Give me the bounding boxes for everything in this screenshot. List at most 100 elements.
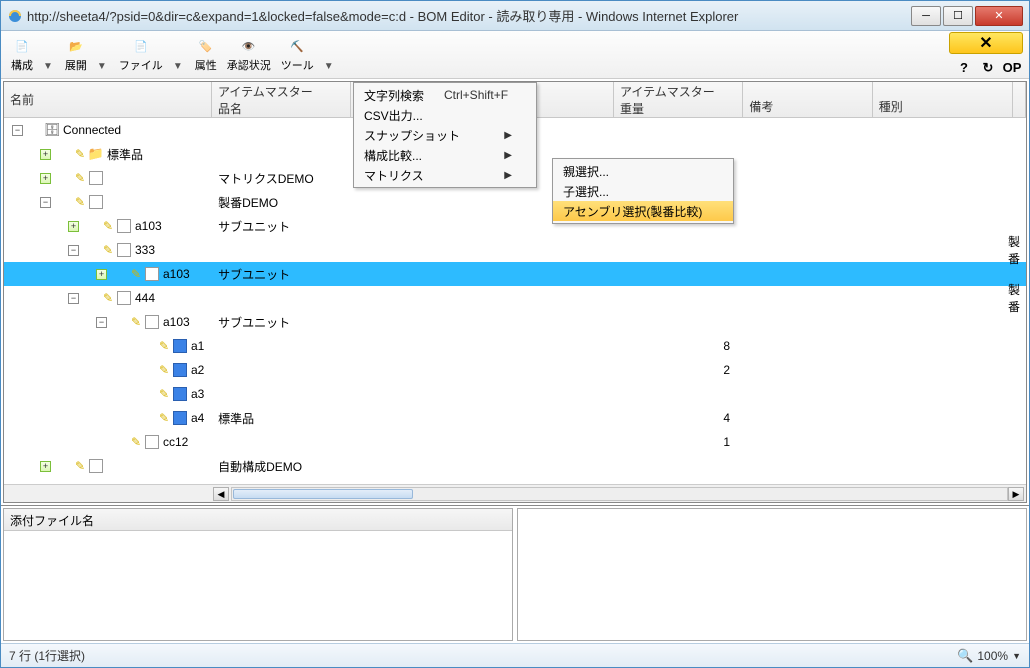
tb-expand[interactable]: 📂展開 — [61, 35, 91, 75]
scroll-left-button[interactable]: ◀ — [213, 487, 229, 501]
menu-item[interactable]: アセンブリ選択(製番比較) — [553, 201, 733, 221]
blue-icon — [173, 363, 187, 377]
menu-item[interactable]: 親選択... — [553, 161, 733, 181]
edit-icon: ✎ — [157, 339, 171, 353]
edit-icon: ✎ — [73, 195, 87, 209]
collapse-icon[interactable] — [68, 293, 79, 304]
titlebar: http://sheeta4/?psid=0&dir=c&expand=1&lo… — [1, 1, 1029, 31]
tree-row[interactable]: ✎a22 — [4, 358, 1026, 382]
collapse-icon[interactable] — [40, 197, 51, 208]
tree-row[interactable]: ✎a103サブユニット — [4, 214, 1026, 238]
tree-row[interactable]: ✎自動構成DEMO — [4, 454, 1026, 478]
minimize-button[interactable]: ─ — [911, 6, 941, 26]
edit-icon: ✎ — [157, 387, 171, 401]
row-label: a4 — [191, 411, 204, 425]
row-label: a2 — [191, 363, 204, 377]
expand-icon[interactable] — [40, 461, 51, 472]
edit-icon: ✎ — [73, 147, 87, 161]
col-note[interactable]: 備考 — [743, 82, 872, 117]
window-title: http://sheeta4/?psid=0&dir=c&expand=1&lo… — [27, 6, 911, 25]
menu-item[interactable]: マトリクス▶ — [354, 165, 536, 185]
tools-dropdown: 文字列検索Ctrl+Shift+FCSV出力...スナップショット▶構成比較..… — [353, 82, 537, 188]
doc-icon — [145, 315, 159, 329]
edit-icon: ✎ — [73, 459, 87, 473]
tb-file[interactable]: 📄ファイル — [115, 35, 167, 75]
collapse-icon[interactable] — [96, 317, 107, 328]
zoom-value: 100% — [977, 649, 1008, 663]
attachment-header[interactable]: 添付ファイル名 — [4, 509, 512, 531]
col-name[interactable]: 名前 — [4, 82, 212, 117]
refresh-button[interactable]: ↻ — [977, 58, 999, 78]
expand-icon[interactable] — [68, 221, 79, 232]
compare-submenu: 親選択...子選択...アセンブリ選択(製番比較) — [552, 158, 734, 224]
chevron-down-icon[interactable]: ▼ — [320, 61, 338, 72]
tree-row[interactable]: ✎333製番 — [4, 238, 1026, 262]
chevron-down-icon[interactable]: ▼ — [39, 61, 57, 72]
row-label: Connected — [63, 123, 121, 137]
row-label: a1 — [191, 339, 204, 353]
collapse-icon[interactable] — [68, 245, 79, 256]
doc-icon — [117, 291, 131, 305]
row-label: a103 — [135, 219, 162, 233]
op-button[interactable]: OP — [1001, 58, 1023, 78]
row-label: 333 — [135, 243, 155, 257]
col-type[interactable]: 種別 — [873, 82, 1013, 117]
scroll-thumb[interactable] — [233, 489, 413, 499]
db-icon: 🗄 — [45, 123, 59, 137]
chevron-down-icon[interactable]: ▼ — [169, 61, 187, 72]
col-master2[interactable]: アイテムマスター 重量 — [614, 82, 743, 117]
tb-approval[interactable]: 👁️承認状況 — [223, 35, 275, 75]
col-master1[interactable]: アイテムマスター 品名 — [212, 82, 351, 117]
doc-icon — [145, 435, 159, 449]
tb-structure[interactable]: 📄構成 — [7, 35, 37, 75]
chevron-down-icon[interactable]: ▼ — [1012, 651, 1021, 661]
zoom-control[interactable]: 🔍 100% ▼ — [957, 648, 1021, 664]
tree-row[interactable]: ✎a4標準品4 — [4, 406, 1026, 430]
bottom-panels: 添付ファイル名 — [1, 505, 1029, 643]
expand-icon[interactable] — [40, 173, 51, 184]
scroll-right-button[interactable]: ▶ — [1008, 487, 1024, 501]
tree-row[interactable]: ✎a103サブユニット — [4, 262, 1026, 286]
menu-item[interactable]: CSV出力... — [354, 105, 536, 125]
tree-row[interactable]: ✎製番DEMO — [4, 190, 1026, 214]
tree-row[interactable]: ✎a18 — [4, 334, 1026, 358]
doc-icon — [89, 459, 103, 473]
folder-icon: 📁 — [89, 147, 103, 161]
maximize-button[interactable]: ☐ — [943, 6, 973, 26]
menu-item[interactable]: 文字列検索Ctrl+Shift+F — [354, 85, 536, 105]
menu-item[interactable]: 構成比較...▶ — [354, 145, 536, 165]
blue-icon — [173, 411, 187, 425]
attachment-pane: 添付ファイル名 — [3, 508, 513, 641]
ie-icon — [7, 8, 23, 24]
close-button[interactable]: ✕ — [975, 6, 1023, 26]
row-label: 標準品 — [107, 146, 143, 163]
doc-icon — [89, 171, 103, 185]
zoom-icon: 🔍 — [957, 648, 973, 664]
toolbar: 📄構成▼ 📂展開▼ 📄ファイル▼ 🏷️属性 👁️承認状況 ⛏️ツール▼ ✕ ? … — [1, 31, 1029, 79]
right-pane — [517, 508, 1027, 641]
tree-row[interactable]: ✎a3 — [4, 382, 1026, 406]
status-text: 7 行 (1行選択) — [9, 647, 85, 664]
menu-item[interactable]: 子選択... — [553, 181, 733, 201]
tree-row[interactable]: ✎cc121 — [4, 430, 1026, 454]
collapse-icon[interactable] — [12, 125, 23, 136]
window-buttons: ─ ☐ ✕ — [911, 6, 1023, 26]
expand-icon[interactable] — [96, 269, 107, 280]
tb-attributes[interactable]: 🏷️属性 — [191, 35, 221, 75]
tree-row[interactable]: ✎a103サブユニット — [4, 310, 1026, 334]
tree-row[interactable]: ✎444製番 — [4, 286, 1026, 310]
doc-icon — [117, 243, 131, 257]
row-label: cc12 — [163, 435, 188, 449]
help-button[interactable]: ? — [953, 58, 975, 78]
close-yellow-button[interactable]: ✕ — [949, 32, 1023, 54]
row-label: a103 — [163, 315, 190, 329]
edit-icon: ✎ — [129, 315, 143, 329]
app-window: http://sheeta4/?psid=0&dir=c&expand=1&lo… — [0, 0, 1030, 668]
expand-icon[interactable] — [40, 149, 51, 160]
horizontal-scrollbar[interactable]: ◀ ▶ — [4, 484, 1026, 502]
tb-tools[interactable]: ⛏️ツール — [277, 35, 318, 75]
chevron-down-icon[interactable]: ▼ — [93, 61, 111, 72]
row-label: a103 — [163, 267, 190, 281]
menu-item[interactable]: スナップショット▶ — [354, 125, 536, 145]
submenu-arrow-icon: ▶ — [504, 170, 512, 181]
